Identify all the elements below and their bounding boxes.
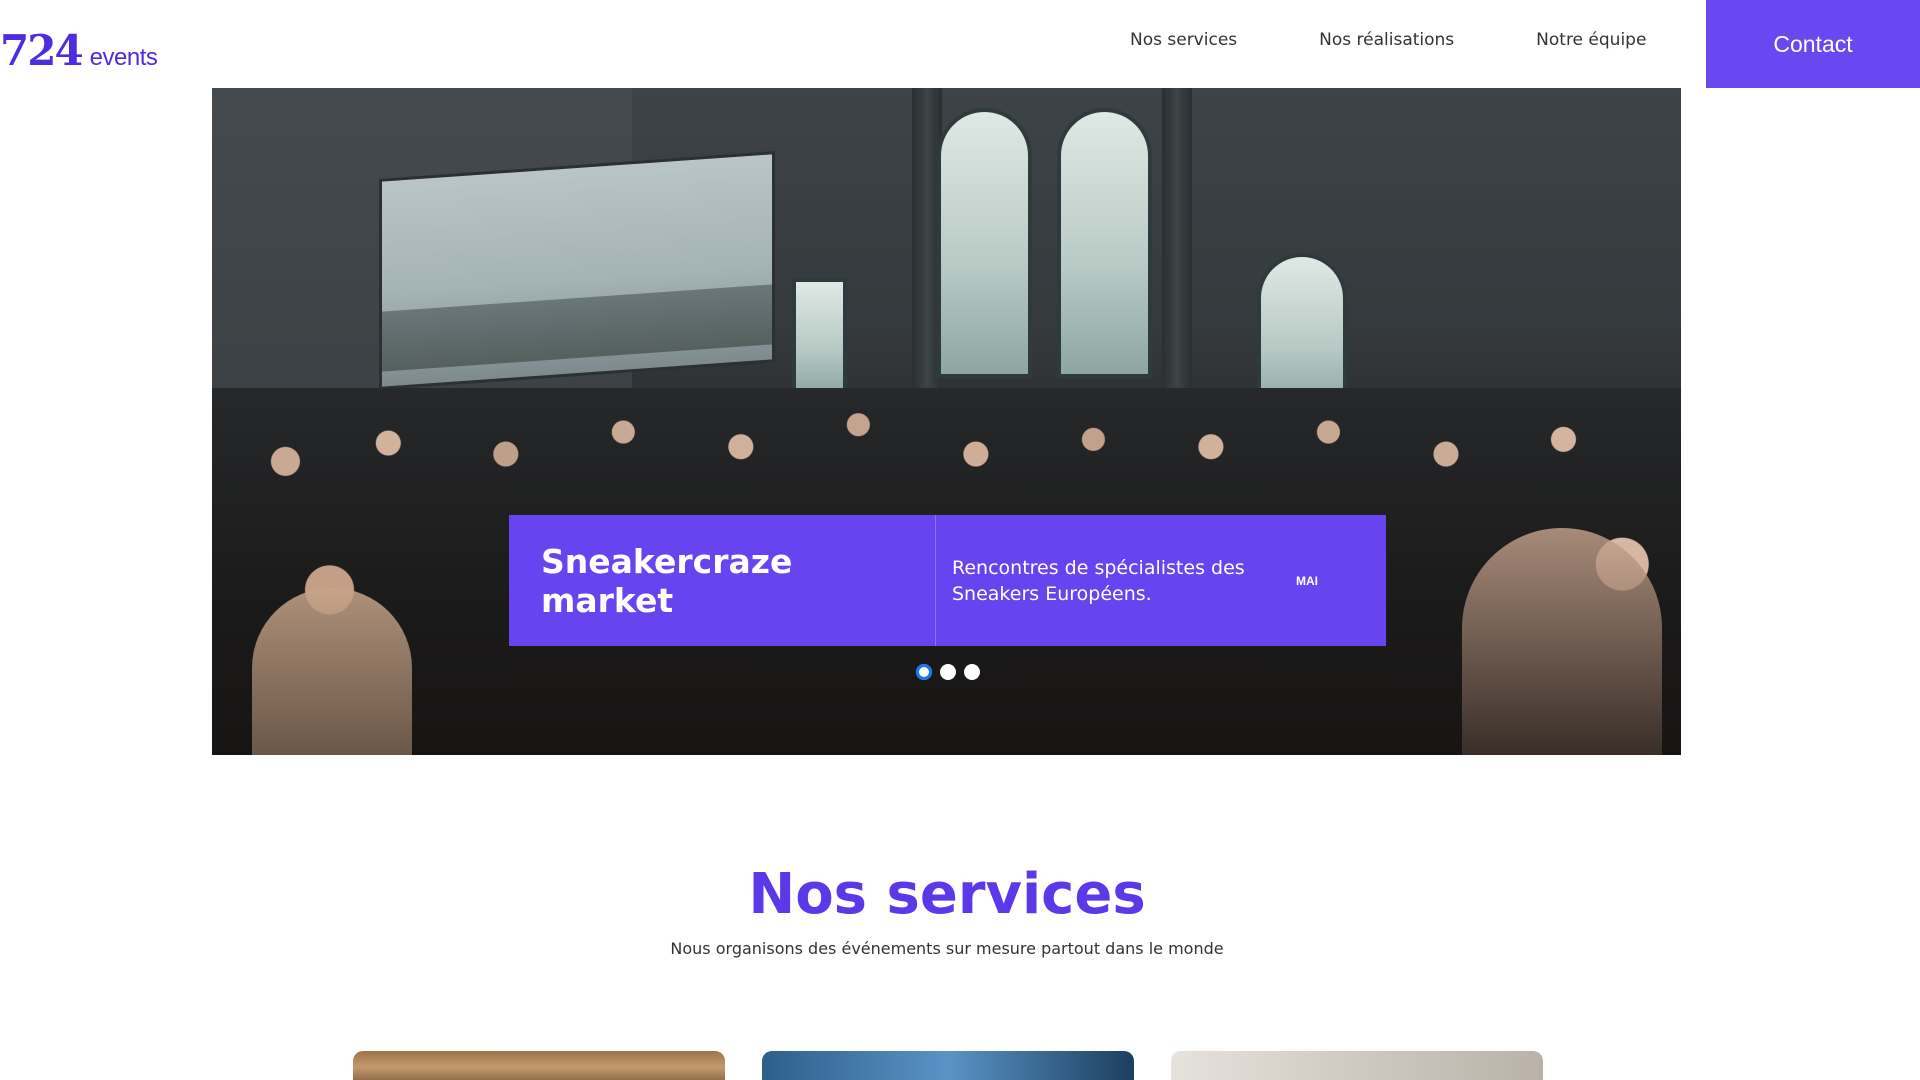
carousel-dot-1[interactable] [916,664,932,680]
contact-button[interactable]: Contact [1706,0,1920,88]
services-subtitle: Nous organisons des événements sur mesur… [670,939,1224,958]
hero-event-card[interactable]: Sneakercraze market Rencontres de spécia… [509,515,1386,646]
logo[interactable]: 724 events [0,26,158,75]
hero-carousel: Sneakercraze market Rencontres de spécia… [212,88,1681,755]
hero-photo-window [792,278,847,398]
service-card-image[interactable] [762,1051,1134,1080]
service-card-image[interactable] [1171,1051,1543,1080]
carousel-dots [916,664,988,680]
logo-word: events [89,44,158,71]
hero-photo-curtain [1162,88,1192,428]
main-nav: Nos services Nos réalisations Notre équi… [1130,30,1646,50]
carousel-dot-3[interactable] [964,664,980,680]
nav-link-services[interactable]: Nos services [1130,30,1237,50]
carousel-dot-2[interactable] [940,664,956,680]
event-description: Rencontres de spécialistes des Sneakers … [952,556,1245,605]
logo-number: 724 [0,26,84,75]
site-header: 724 events Nos services Nos réalisations… [0,0,1920,88]
event-month: MAI [1296,573,1318,588]
hero-photo-window [1057,108,1152,378]
hero-photo-person [1462,528,1662,755]
nav-link-equipe[interactable]: Notre équipe [1536,30,1646,50]
services-title: Nos services [748,862,1146,927]
nav-link-realisations[interactable]: Nos réalisations [1319,30,1454,50]
service-card-image[interactable] [353,1051,725,1080]
hero-photo-window [937,108,1032,378]
hero-photo-person [252,588,412,755]
event-title: Sneakercraze market [509,515,936,646]
